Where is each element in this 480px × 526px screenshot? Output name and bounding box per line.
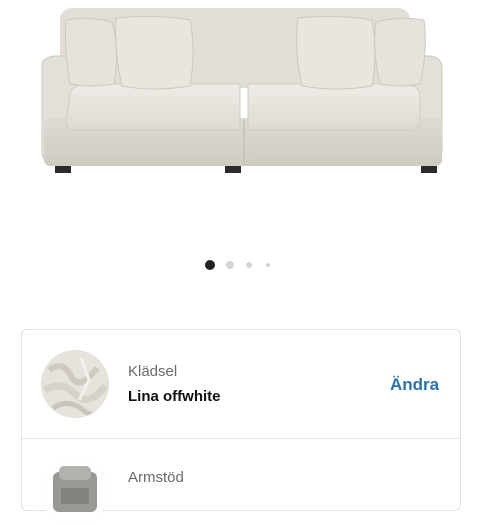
- sofa-image: [41, 8, 443, 173]
- carousel-dots: [0, 259, 480, 271]
- carousel-dot-4[interactable]: [266, 263, 270, 267]
- option-value: Lina offwhite: [128, 388, 221, 405]
- carousel-dot-1[interactable]: [205, 260, 215, 270]
- option-label: Armstöd: [128, 469, 184, 486]
- option-label: Klädsel: [128, 363, 178, 380]
- configuration-options-card: Klädsel Lina offwhite Ändra Armstöd: [21, 329, 461, 526]
- carousel-dot-2[interactable]: [226, 261, 234, 269]
- fabric-swatch-thumbnail: [41, 350, 109, 418]
- change-upholstery-button[interactable]: Ändra: [390, 375, 439, 395]
- product-image[interactable]: [0, 0, 480, 240]
- option-row-upholstery: Klädsel Lina offwhite Ändra: [22, 330, 460, 438]
- armrest-thumbnail: [41, 458, 109, 526]
- option-row-armrest: Armstöd: [22, 439, 460, 526]
- carousel-dot-3[interactable]: [246, 262, 252, 268]
